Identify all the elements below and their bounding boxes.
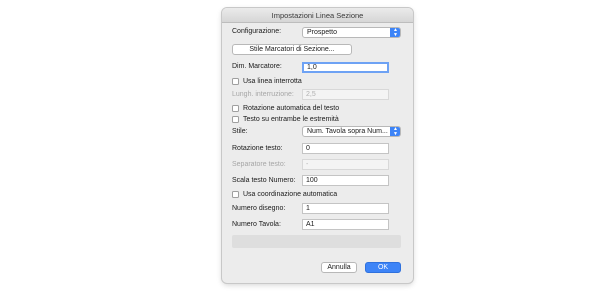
- numero-tavola-label: Numero Tavola:: [232, 221, 281, 228]
- ok-button[interactable]: OK: [365, 262, 401, 273]
- usa-linea-interrotta-label: Usa linea interrotta: [243, 77, 302, 85]
- stile-popup[interactable]: Num. Tavola sopra Num... ▲ ▼: [302, 126, 401, 137]
- separatore-testo-label: Separatore testo:: [232, 161, 286, 168]
- numero-disegno-field[interactable]: 1: [302, 203, 389, 214]
- usa-coordinazione-label: Usa coordinazione automatica: [243, 190, 338, 198]
- testo-entrambe-checkbox[interactable]: [232, 116, 239, 123]
- rotazione-automatica-label: Rotazione automatica del testo: [243, 104, 340, 112]
- testo-entrambe-label: Testo su entrambe le estremità: [243, 115, 339, 123]
- lungh-interruzione-field: 2,5: [302, 89, 389, 100]
- stile-value: Num. Tavola sopra Num...: [307, 128, 388, 135]
- separatore-testo-field: -: [302, 159, 389, 170]
- chevron-up-down-icon: ▲ ▼: [390, 127, 400, 136]
- dim-marcatore-field[interactable]: 1,0: [302, 62, 389, 73]
- cancel-button[interactable]: Annulla: [321, 262, 357, 273]
- numero-disegno-label: Numero disegno:: [232, 205, 286, 212]
- lungh-interruzione-label: Lungh. interruzione:: [232, 91, 294, 98]
- usa-linea-interrotta-checkbox[interactable]: [232, 78, 239, 85]
- rotazione-testo-label: Rotazione testo:: [232, 145, 283, 152]
- section-line-settings-dialog: Impostazioni Linea Sezione Configurazion…: [222, 8, 413, 283]
- numero-tavola-field[interactable]: A1: [302, 219, 389, 230]
- chevron-up-down-icon: ▲ ▼: [390, 28, 400, 37]
- configurazione-label: Configurazione:: [232, 28, 282, 35]
- preview-area: [232, 235, 401, 248]
- rotazione-testo-field[interactable]: 0: [302, 143, 389, 154]
- stile-marcatori-button[interactable]: Stile Marcatori di Sezione...: [232, 44, 352, 55]
- rotazione-automatica-checkbox[interactable]: [232, 105, 239, 112]
- usa-coordinazione-checkbox[interactable]: [232, 191, 239, 198]
- dialog-title: Impostazioni Linea Sezione: [222, 8, 413, 23]
- stile-label: Stile:: [232, 128, 248, 135]
- dim-marcatore-label: Dim. Marcatore:: [232, 63, 282, 70]
- configurazione-popup[interactable]: Prospetto ▲ ▼: [302, 27, 401, 38]
- configurazione-value: Prospetto: [307, 29, 337, 36]
- scala-testo-field[interactable]: 100: [302, 175, 389, 186]
- scala-testo-label: Scala testo Numero:: [232, 177, 296, 184]
